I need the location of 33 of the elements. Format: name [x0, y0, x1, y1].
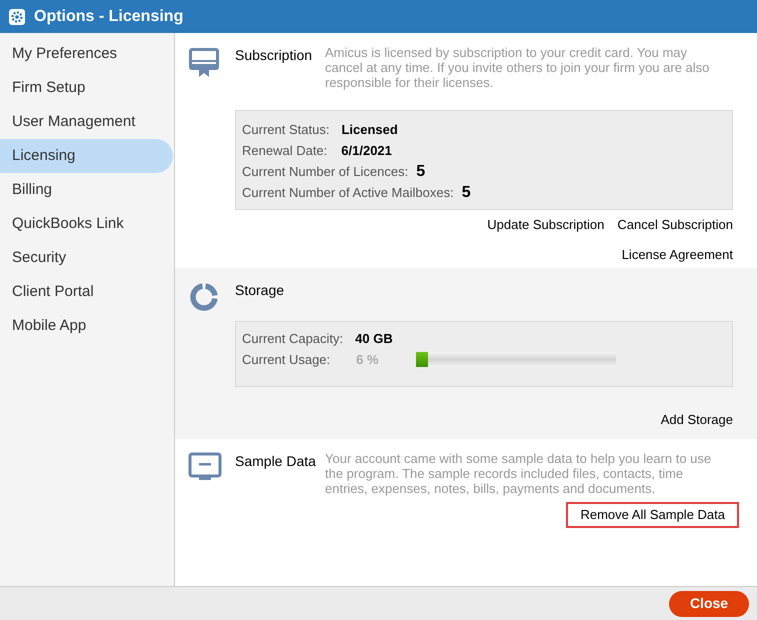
field-label: Renewal Date: — [242, 142, 328, 160]
field-value: 5 — [416, 162, 426, 182]
field-value: 40 GB — [355, 330, 393, 348]
section-description: Your account came with some sample data to help you learn to use the program. The sample records included files, contacts, time entries, expenses, notes, bills, payments and documents. — [325, 451, 712, 496]
section-title: Subscription — [235, 46, 314, 65]
field-value: 6/1/2021 — [341, 142, 392, 160]
action-link[interactable]: Remove All Sample Data — [566, 502, 739, 528]
field-label: Current Number of Licences: — [242, 162, 408, 181]
field-label: Current Usage: — [242, 350, 330, 369]
section-title: Storage — [235, 281, 286, 300]
action-link[interactable]: License Agreement — [622, 244, 733, 266]
action-link[interactable]: Cancel Subscription — [617, 214, 733, 236]
sidebar-item[interactable]: Mobile App — [0, 309, 174, 343]
field-label: Current Number of Active Mailboxes: — [242, 184, 454, 202]
section-title: Sample Data — [235, 452, 317, 471]
sidebar-item[interactable]: Security — [0, 241, 174, 275]
sidebar-item[interactable]: My Preferences — [0, 37, 174, 71]
section-description: Amicus is licensed by subscription to your credit card. You may cancel at any time. If you invite others to join your firm you are also responsible for their licenses. — [325, 45, 710, 90]
sidebar-item[interactable]: Licensing — [0, 139, 173, 173]
action-link[interactable]: Add Storage — [660, 409, 733, 431]
field-label: Current Status: — [242, 120, 330, 139]
sidebar-item[interactable]: Firm Setup — [0, 71, 174, 105]
window-title: Options - Licensing — [34, 6, 184, 26]
sidebar-item[interactable]: Billing — [0, 173, 174, 207]
sidebar-item[interactable]: User Management — [0, 105, 174, 139]
field-label: Current Capacity: — [242, 330, 344, 348]
action-link[interactable]: Update Subscription — [487, 214, 604, 236]
close-button[interactable]: Close — [669, 590, 749, 616]
field-value: 5 — [462, 182, 471, 202]
sidebar-item[interactable]: Client Portal — [0, 275, 174, 309]
sidebar-item[interactable]: QuickBooks Link — [0, 207, 174, 241]
field-value: Licensed — [341, 120, 398, 139]
field-value: 6 % — [356, 350, 380, 369]
